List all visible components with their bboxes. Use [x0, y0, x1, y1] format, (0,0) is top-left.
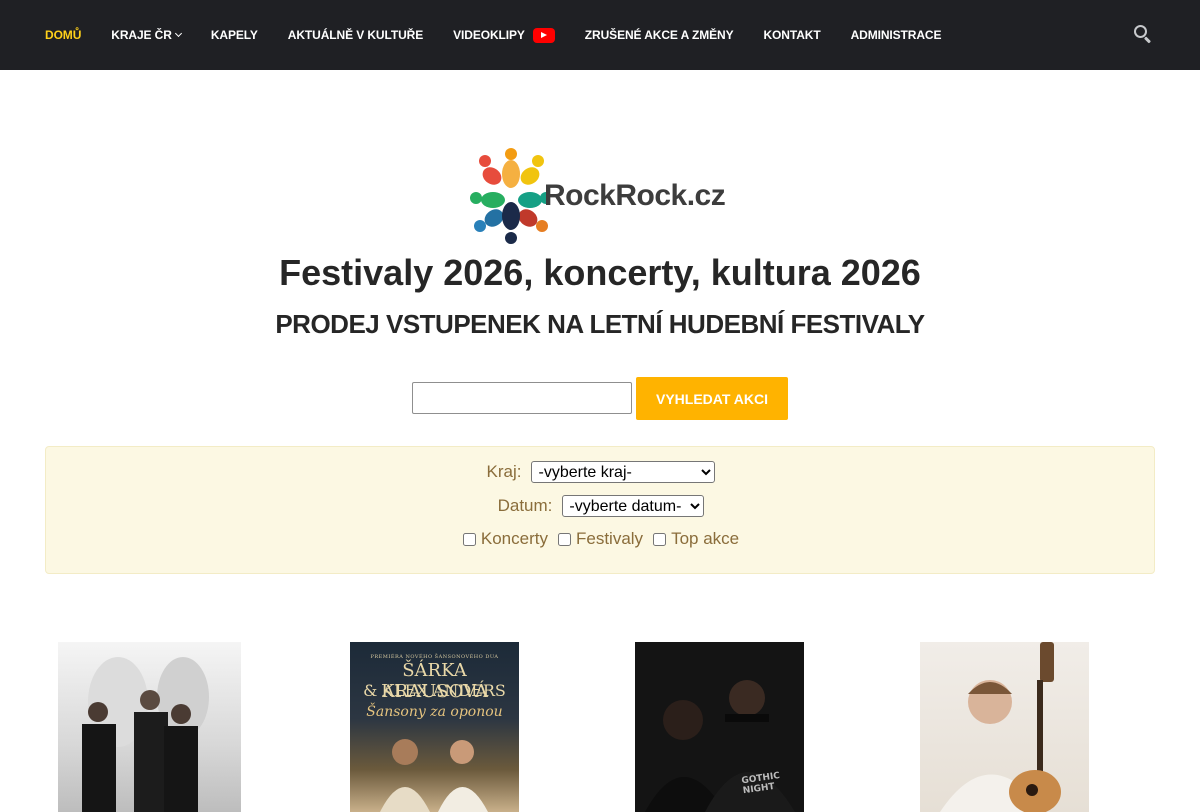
youtube-icon	[532, 27, 555, 43]
nav-item-kapely[interactable]: KAPELY	[211, 28, 258, 42]
performers-image	[380, 739, 488, 812]
date-select[interactable]: -vyberte datum-	[562, 495, 705, 517]
date-label: Datum:	[497, 496, 553, 515]
nav-item-aktualne-v-kulture[interactable]: AKTUÁLNĚ V KULTUŘE	[288, 28, 423, 42]
page-subtitle: PRODEJ VSTUPENEK NA LETNÍ HUDEBNÍ FESTIV…	[275, 309, 925, 339]
event-poster-2[interactable]: PREMIÉRA NOVÉHO ŠANSONOVÉHO DUA ŠÁRKA KR…	[350, 642, 519, 812]
category-filter-row: Koncerty Festivaly Top akce	[46, 529, 1156, 549]
nav-item-kontakt[interactable]: KONTAKT	[763, 28, 820, 42]
top-events-checkbox[interactable]: Top akce	[653, 529, 739, 549]
nav-item-videoklipy[interactable]: VIDEOKLIPY	[453, 27, 555, 43]
nav-item-zrusene-akce[interactable]: ZRUŠENÉ AKCE A ZMĚNY	[585, 28, 734, 42]
top-navigation: DOMŮ KRAJE ČR KAPELY AKTUÁLNĚ V KULTUŘE …	[0, 0, 1200, 70]
date-filter-row: Datum: -vyberte datum-	[46, 495, 1156, 517]
site-logo[interactable]: RockRock.cz	[468, 146, 742, 246]
event-poster-3[interactable]: GOTHIC NIGHT	[635, 642, 804, 812]
concerts-checkbox[interactable]: Koncerty	[462, 529, 548, 549]
filter-panel: Kraj: -vyberte kraj- Datum: -vyberte dat…	[45, 446, 1155, 574]
search-events-button[interactable]: VYHLEDAT AKCI	[636, 377, 788, 420]
logo-people-icon	[470, 148, 548, 244]
region-label: Kraj:	[486, 462, 522, 481]
search-icon[interactable]	[1133, 24, 1153, 44]
region-filter-row: Kraj: -vyberte kraj-	[46, 461, 1156, 483]
event-poster-4[interactable]	[920, 642, 1089, 812]
region-select[interactable]: -vyberte kraj-	[531, 461, 716, 483]
search-input[interactable]	[412, 382, 632, 414]
page-title: Festivaly 2026, koncerty, kultura 2026	[279, 252, 921, 293]
nav-item-kraje-cr[interactable]: KRAJE ČR	[111, 28, 182, 42]
band-photo-image	[82, 657, 209, 812]
chevron-down-icon	[174, 29, 182, 38]
festivals-checkbox[interactable]: Festivaly	[557, 529, 643, 549]
nav-item-administrace[interactable]: ADMINISTRACE	[851, 28, 942, 42]
nav-menu: DOMŮ KRAJE ČR KAPELY AKTUÁLNĚ V KULTUŘE …	[45, 0, 971, 70]
logo-text: RockRock.cz	[544, 179, 726, 212]
event-poster-1[interactable]	[58, 642, 241, 812]
nav-item-domu[interactable]: DOMŮ	[45, 28, 81, 42]
guitarist-photo-image	[940, 642, 1061, 812]
